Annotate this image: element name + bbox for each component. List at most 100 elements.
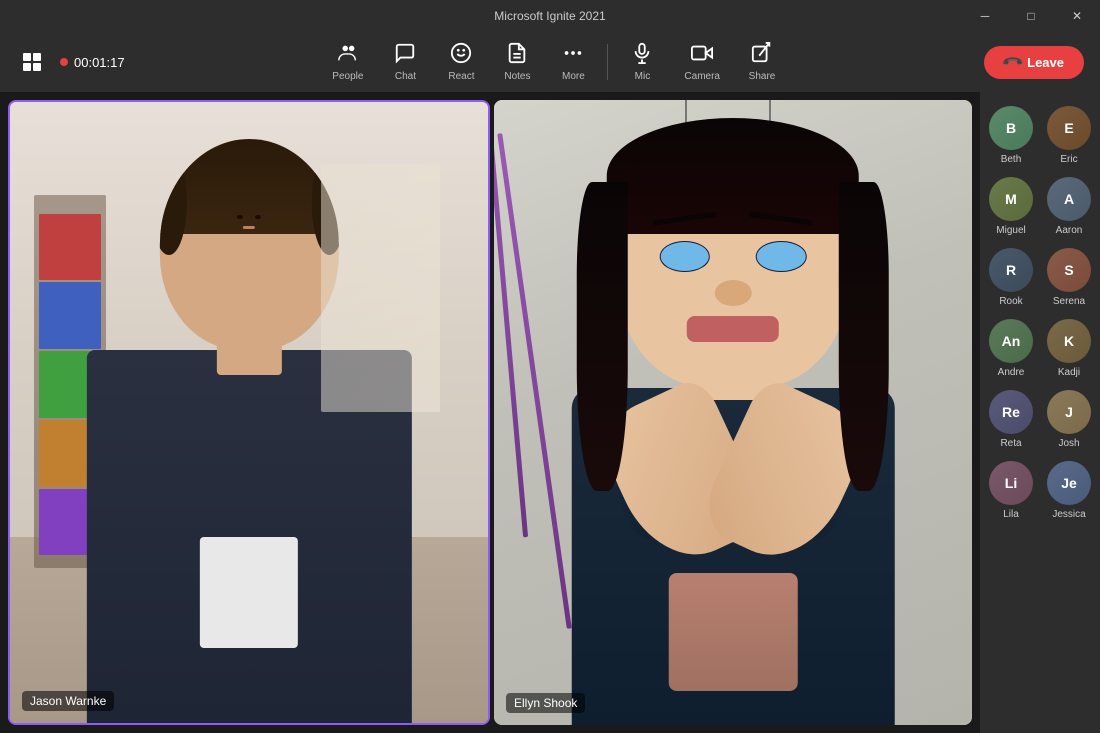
jason-name-label: Jason Warnke	[22, 691, 114, 711]
share-icon	[751, 42, 773, 69]
jason-video-bg	[10, 102, 488, 723]
avatar-aaron: A	[1047, 177, 1091, 221]
avatar-head	[618, 131, 847, 388]
hair-left-long	[577, 182, 627, 491]
hair-top	[607, 118, 859, 234]
react-label: React	[448, 71, 474, 82]
avatar-miguel-initials: M	[1005, 191, 1017, 207]
jason-eye-right	[255, 215, 261, 219]
notes-button[interactable]: Notes	[491, 38, 543, 86]
jason-eyes	[237, 215, 261, 219]
avatar-beth-initials: B	[1006, 120, 1016, 136]
participant-jessica[interactable]: Je Jessica	[1042, 461, 1096, 520]
participant-row-5: Re Reta J Josh	[980, 384, 1100, 455]
participant-josh-name: Josh	[1058, 438, 1079, 449]
participant-serena-name: Serena	[1053, 296, 1085, 307]
participant-row-6: Li Lila Je Jessica	[980, 455, 1100, 526]
camera-label: Camera	[684, 71, 720, 82]
video-tile-ellyn[interactable]: ❤ Ellyn Shook	[494, 100, 972, 725]
share-button[interactable]: Share	[736, 38, 788, 86]
main-content: Jason Warnke	[0, 92, 1100, 733]
grid-view-button[interactable]	[16, 46, 48, 78]
participant-jessica-name: Jessica	[1052, 509, 1085, 520]
people-button[interactable]: People	[320, 38, 375, 86]
leave-button[interactable]: 📞 Leave	[984, 46, 1084, 79]
avatar-serena-initials: S	[1064, 262, 1073, 278]
avatar-kadji-initials: K	[1064, 333, 1074, 349]
avatar-andre: An	[989, 319, 1033, 363]
react-button[interactable]: React	[435, 38, 487, 86]
avatar-lips	[687, 316, 779, 342]
chat-icon	[394, 42, 416, 69]
participant-eric-name: Eric	[1060, 154, 1077, 165]
jason-window	[321, 164, 441, 412]
participant-rook[interactable]: R Rook	[984, 248, 1038, 307]
participant-lila[interactable]: Li Lila	[984, 461, 1038, 520]
avatar-rook: R	[989, 248, 1033, 292]
toolbar-right: 📞 Leave	[984, 46, 1084, 79]
mic-label: Mic	[635, 71, 651, 82]
chat-button[interactable]: Chat	[379, 38, 431, 86]
window-controls: ─ □ ✕	[962, 0, 1100, 32]
title-bar: Microsoft Ignite 2021 ─ □ ✕	[0, 0, 1100, 32]
avatar-beth: B	[989, 106, 1033, 150]
camera-button[interactable]: Camera	[672, 38, 732, 86]
avatar-serena: S	[1047, 248, 1091, 292]
call-timer: 00:01:17	[60, 55, 125, 70]
avatar-josh-initials: J	[1065, 404, 1073, 420]
people-icon	[337, 42, 359, 69]
avatar-andre-initials: An	[1002, 333, 1021, 349]
avatar-jessica-initials: Je	[1061, 475, 1077, 491]
avatar-nose	[715, 280, 752, 306]
participant-beth[interactable]: B Beth	[984, 106, 1038, 165]
participant-serena[interactable]: S Serena	[1042, 248, 1096, 307]
participants-sidebar: B Beth E Eric M Miguel A	[980, 92, 1100, 733]
avatar-lila-initials: Li	[1005, 475, 1017, 491]
participant-aaron[interactable]: A Aaron	[1042, 177, 1096, 236]
ellyn-avatar: ❤	[554, 113, 913, 726]
participant-reta[interactable]: Re Reta	[984, 390, 1038, 449]
more-label: More	[562, 71, 585, 82]
participant-josh[interactable]: J Josh	[1042, 390, 1096, 449]
avatar-aaron-initials: A	[1064, 191, 1074, 207]
avatar-eric: E	[1047, 106, 1091, 150]
minimize-button[interactable]: ─	[962, 0, 1008, 32]
participant-rook-name: Rook	[999, 296, 1022, 307]
avatar-reta-initials: Re	[1002, 404, 1020, 420]
avatar-lila: Li	[989, 461, 1033, 505]
avatar-eye-left	[660, 241, 710, 272]
ellyn-video-bg: ❤	[494, 100, 972, 725]
participant-miguel-name: Miguel	[996, 225, 1025, 236]
participant-kadji[interactable]: K Kadji	[1042, 319, 1096, 378]
react-icon	[450, 42, 472, 69]
participant-row-1: B Beth E Eric	[980, 100, 1100, 171]
avatar-rook-initials: R	[1006, 262, 1016, 278]
close-button[interactable]: ✕	[1054, 0, 1100, 32]
chat-label: Chat	[395, 71, 416, 82]
participant-row-2: M Miguel A Aaron	[980, 171, 1100, 242]
toolbar-left: 00:01:17	[16, 46, 125, 78]
people-label: People	[332, 71, 363, 82]
participant-eric[interactable]: E Eric	[1042, 106, 1096, 165]
participant-miguel[interactable]: M Miguel	[984, 177, 1038, 236]
leave-label: Leave	[1027, 55, 1064, 70]
toolbar-separator	[607, 44, 608, 80]
avatar-jessica: Je	[1047, 461, 1091, 505]
jason-mouth	[243, 226, 255, 229]
participant-kadji-name: Kadji	[1058, 367, 1080, 378]
participant-andre[interactable]: An Andre	[984, 319, 1038, 378]
video-area: Jason Warnke	[0, 92, 980, 733]
more-button[interactable]: More	[547, 38, 599, 86]
avatar-eric-initials: E	[1064, 120, 1073, 136]
avatar-kadji: K	[1047, 319, 1091, 363]
maximize-button[interactable]: □	[1008, 0, 1054, 32]
avatar-inner-shirt	[668, 573, 797, 691]
jason-shirt	[200, 537, 298, 649]
ellyn-name-label: Ellyn Shook	[506, 693, 585, 713]
participant-beth-name: Beth	[1001, 154, 1022, 165]
hair-right-long	[839, 182, 889, 491]
participant-lila-name: Lila	[1003, 509, 1019, 520]
mic-button[interactable]: Mic	[616, 38, 668, 86]
video-tile-jason[interactable]: Jason Warnke	[8, 100, 490, 725]
participant-row-3: R Rook S Serena	[980, 242, 1100, 313]
